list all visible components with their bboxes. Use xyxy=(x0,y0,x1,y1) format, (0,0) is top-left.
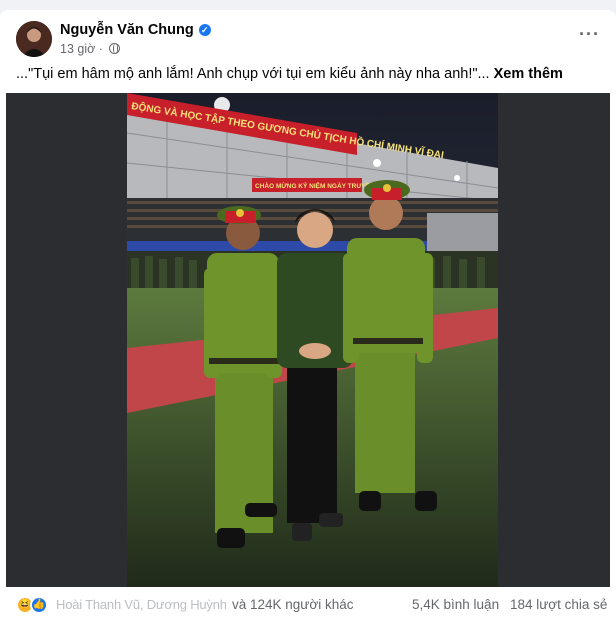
author-name[interactable]: Nguyễn Văn Chung ✓ xyxy=(60,22,211,38)
post-card: Nguyễn Văn Chung ✓ 13 giờ · ··· ..."Tụi e… xyxy=(0,10,616,618)
see-more-link[interactable]: Xem thêm xyxy=(494,66,563,82)
avatar[interactable] xyxy=(16,21,52,57)
comments-count[interactable]: 5,4K bình luận xyxy=(412,597,499,612)
post-footer: 😆 👍 Hoài Thanh Vũ, Dương Huỳnh Hương và … xyxy=(0,592,616,618)
more-options-button[interactable]: ··· xyxy=(579,24,600,45)
post-photo[interactable]: ĐỘNG VÀ HỌC TẬP THEO GƯƠNG CHỦ TỊCH HỒ C… xyxy=(127,93,498,587)
post-time[interactable]: 13 giờ xyxy=(60,42,95,56)
shares-count[interactable]: 184 lượt chia sẻ xyxy=(510,597,607,612)
reactions-count[interactable]: và 124K người khác xyxy=(232,597,353,612)
reactor-names[interactable]: Hoài Thanh Vũ, Dương Huỳnh Hương xyxy=(56,597,226,612)
post-meta: 13 giờ · xyxy=(60,42,121,56)
globe-icon xyxy=(109,43,121,54)
post-text: ..."Tụi em hâm mộ anh lắm! Anh chụp với … xyxy=(16,66,563,82)
person-left xyxy=(204,206,282,548)
verified-badge-icon: ✓ xyxy=(198,24,211,36)
post-text-body: ..."Tụi em hâm mộ anh lắm! Anh chụp với … xyxy=(16,66,494,82)
post-photo-container[interactable]: ĐỘNG VÀ HỌC TẬP THEO GƯƠNG CHỦ TỊCH HỒ C… xyxy=(6,93,610,587)
reaction-icons[interactable]: 😆 👍 xyxy=(16,596,50,614)
like-icon: 👍 xyxy=(30,596,48,614)
